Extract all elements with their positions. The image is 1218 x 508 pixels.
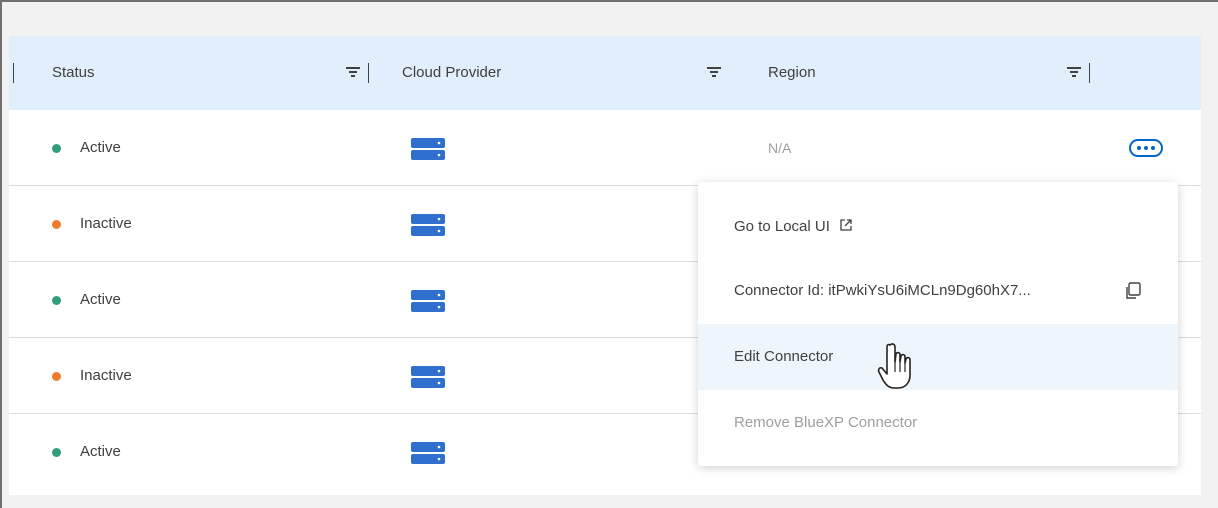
status-text: Active	[80, 139, 121, 156]
server-icon	[411, 366, 445, 388]
hand-pointer-cursor	[877, 343, 911, 389]
more-options-icon	[1137, 146, 1141, 150]
server-icon	[411, 442, 445, 464]
menu-item-label: Edit Connector	[734, 348, 834, 365]
status-text: Active	[80, 443, 121, 460]
status-text: Inactive	[80, 215, 132, 232]
status-dot	[52, 372, 61, 381]
connector-id-text: Connector Id: itPwkiYsU6iMCLn9Dg60hX7...	[734, 282, 1031, 299]
column-resize-handle[interactable]	[1089, 63, 1090, 83]
status-dot	[52, 448, 61, 457]
table-row[interactable]: Active N/A	[9, 110, 1201, 186]
header-status[interactable]: Status	[52, 36, 95, 110]
more-options-button[interactable]	[1129, 139, 1163, 157]
status-dot	[52, 144, 61, 153]
region-value: N/A	[768, 140, 792, 156]
menu-item-edit-connector[interactable]: Edit Connector	[698, 324, 1178, 390]
status-text: Inactive	[80, 367, 132, 384]
external-link-icon	[840, 219, 852, 231]
table-header: Status Cloud Provider Region	[9, 36, 1201, 110]
menu-item-connector-id[interactable]: Connector Id: itPwkiYsU6iMCLn9Dg60hX7...	[698, 258, 1178, 324]
filter-icon[interactable]	[1067, 65, 1081, 79]
column-resize-handle[interactable]	[13, 63, 14, 83]
server-icon	[411, 214, 445, 236]
row-actions-menu: Go to Local UI Connector Id: itPwkiYsU6i…	[698, 182, 1178, 466]
status-text: Active	[80, 291, 121, 308]
column-resize-handle[interactable]	[368, 63, 369, 83]
copy-icon[interactable]	[1124, 282, 1142, 300]
menu-item-go-to-local-ui[interactable]: Go to Local UI	[698, 194, 1178, 260]
filter-icon[interactable]	[346, 65, 360, 79]
menu-item-remove-connector: Remove BlueXP Connector	[698, 390, 1178, 456]
server-icon	[411, 290, 445, 312]
header-cloud-provider[interactable]: Cloud Provider	[402, 36, 501, 110]
header-region[interactable]: Region	[768, 36, 816, 110]
menu-item-label: Remove BlueXP Connector	[734, 414, 918, 431]
filter-icon[interactable]	[707, 65, 721, 79]
menu-item-label: Go to Local UI	[734, 218, 830, 235]
status-dot	[52, 296, 61, 305]
server-icon	[411, 138, 445, 160]
status-dot	[52, 220, 61, 229]
